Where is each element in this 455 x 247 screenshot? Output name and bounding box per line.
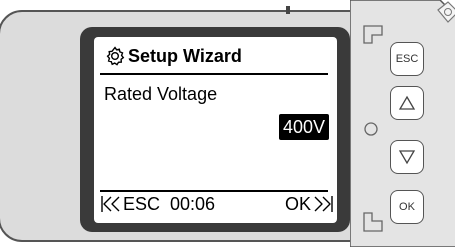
ok-button[interactable]: OK [390,190,424,224]
up-button[interactable] [390,86,424,120]
gear-icon [104,45,126,67]
esc-button-label: ESC [395,53,419,65]
footer-esc-label: ESC [123,193,161,214]
housing-notch [286,6,290,14]
esc-button[interactable]: ESC [390,42,424,76]
double-chevron-right-icon [312,194,334,214]
triangle-up-icon [398,95,416,110]
triangle-down-icon [398,150,416,165]
double-chevron-left-icon [100,194,122,214]
footer-bar: ESC 00:06 OK [100,191,334,217]
countdown-timer: 00:06 [170,193,216,214]
footer-ok-label: OK [284,193,311,214]
title-bar: Setup Wizard [104,42,242,70]
page-title: Setup Wizard [128,45,242,66]
down-button[interactable] [390,140,424,174]
ok-button-label: OK [399,201,415,213]
title-divider [100,73,328,75]
rated-voltage-label: Rated Voltage [104,84,218,104]
rated-voltage-value[interactable]: 400V [279,114,330,140]
